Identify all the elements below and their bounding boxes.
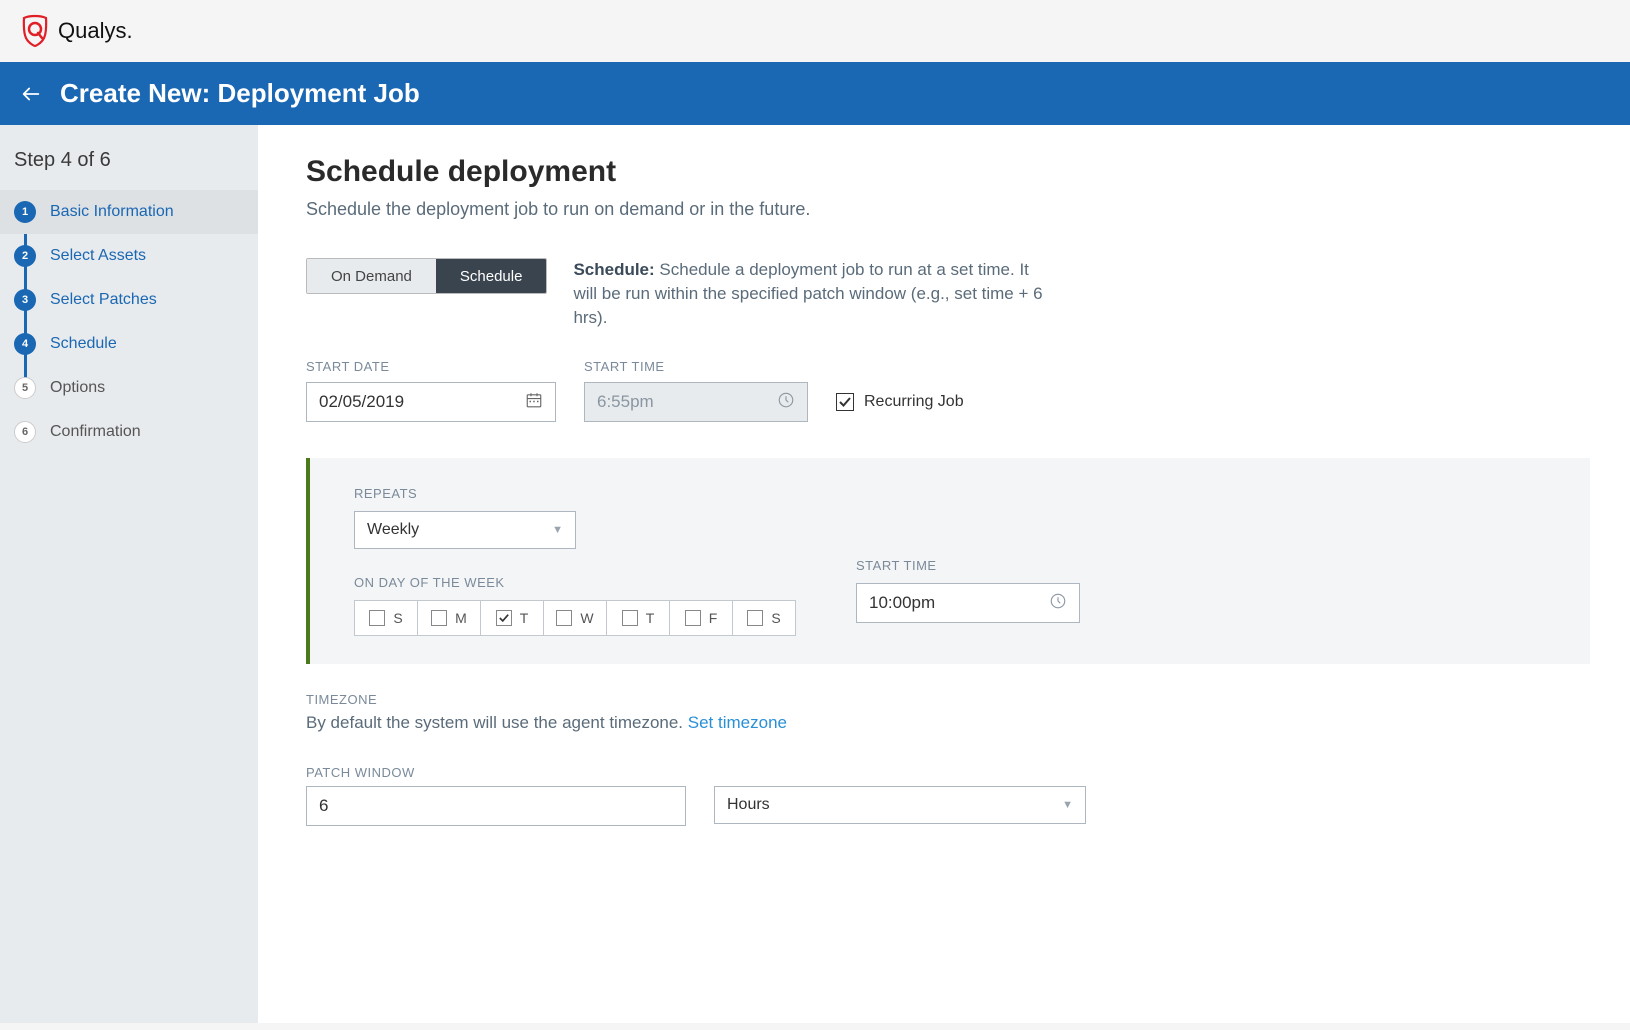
set-timezone-link[interactable]: Set timezone (688, 713, 787, 732)
patch-window-value-input[interactable]: 6 (306, 786, 686, 826)
clock-icon (777, 391, 795, 414)
timezone-label: TIMEZONE (306, 692, 1590, 707)
page-header-title: Create New: Deployment Job (60, 78, 420, 109)
recurring-job-field: Recurring Job (836, 382, 964, 422)
recurring-job-label: Recurring Job (864, 393, 964, 411)
header-bar: Create New: Deployment Job (0, 62, 1630, 125)
calendar-icon[interactable] (525, 391, 543, 414)
page-subtitle: Schedule the deployment job to run on de… (306, 199, 1590, 220)
step-options[interactable]: 5 Options (14, 366, 258, 410)
brand-text: Qualys. (58, 18, 133, 44)
day-saturday[interactable]: S (732, 600, 796, 636)
recurrence-panel: REPEATS Weekly ▼ ON DAY OF THE WEEK S M … (306, 458, 1590, 664)
start-date-label: START DATE (306, 359, 556, 374)
start-time-label: START TIME (584, 359, 808, 374)
schedule-mode-toggle: On Demand Schedule (306, 258, 547, 294)
start-time-input: 6:55pm (584, 382, 808, 422)
repeats-select[interactable]: Weekly ▼ (354, 511, 576, 549)
start-date-field: START DATE 02/05/2019 (306, 359, 556, 422)
day-sunday[interactable]: S (354, 600, 418, 636)
timezone-text: By default the system will use the agent… (306, 713, 1590, 733)
panel-start-time-input[interactable]: 10:00pm (856, 583, 1080, 623)
brand-logo: Qualys. (20, 14, 133, 48)
dropdown-icon: ▼ (552, 524, 563, 536)
clock-icon[interactable] (1049, 592, 1067, 615)
days-of-week-label: ON DAY OF THE WEEK (354, 575, 796, 590)
schedule-description: Schedule: Schedule a deployment job to r… (573, 258, 1043, 329)
top-bar: Qualys. (0, 0, 1630, 62)
day-thursday[interactable]: T (606, 600, 670, 636)
start-time-field: START TIME 6:55pm (584, 359, 808, 422)
recurring-job-checkbox[interactable] (836, 393, 854, 411)
step-schedule[interactable]: 4 Schedule (14, 322, 258, 366)
dropdown-icon: ▼ (1062, 799, 1073, 811)
back-arrow-icon[interactable] (20, 83, 42, 105)
day-tuesday[interactable]: T (480, 600, 544, 636)
repeats-label: REPEATS (354, 486, 796, 501)
step-confirmation[interactable]: 6 Confirmation (14, 410, 258, 454)
panel-start-time-label: START TIME (856, 558, 1080, 573)
day-friday[interactable]: F (669, 600, 733, 636)
wizard-sidebar: Step 4 of 6 1 Basic Information 2 Select… (0, 125, 258, 1023)
start-date-input[interactable]: 02/05/2019 (306, 382, 556, 422)
qualys-shield-icon (20, 14, 50, 48)
schedule-toggle[interactable]: Schedule (436, 259, 547, 293)
step-basic-information[interactable]: 1 Basic Information (0, 190, 258, 234)
days-of-week-group: S M T W T F S (354, 600, 796, 636)
step-select-patches[interactable]: 3 Select Patches (14, 278, 258, 322)
day-monday[interactable]: M (417, 600, 481, 636)
main-content: Schedule deployment Schedule the deploym… (258, 125, 1630, 1023)
patch-window-unit-select[interactable]: Hours ▼ (714, 786, 1086, 824)
step-select-assets[interactable]: 2 Select Assets (14, 234, 258, 278)
day-wednesday[interactable]: W (543, 600, 607, 636)
patch-window-label: PATCH WINDOW (306, 765, 1590, 780)
on-demand-toggle[interactable]: On Demand (307, 259, 436, 293)
page-title: Schedule deployment (306, 155, 1590, 189)
step-counter: Step 4 of 6 (0, 149, 258, 190)
wizard-steps: 1 Basic Information 2 Select Assets 3 Se… (0, 190, 258, 454)
